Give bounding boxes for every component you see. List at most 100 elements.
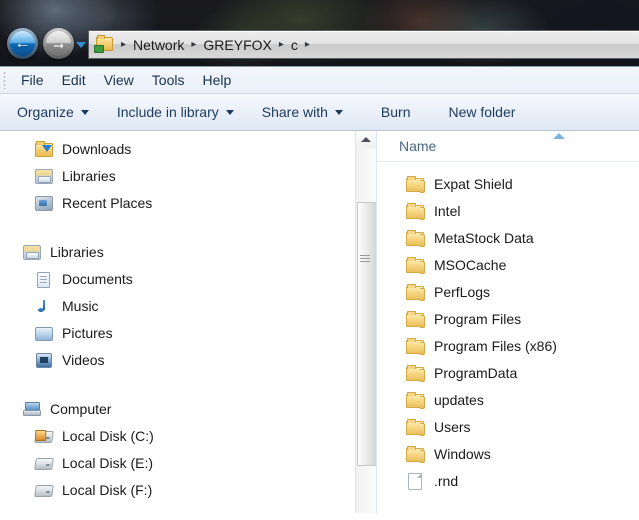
address-bar[interactable]: ▸ Network ▸ GREYFOX ▸ c ▸ [88, 30, 639, 59]
forward-button[interactable]: → [43, 28, 74, 59]
forward-arrow-icon: → [50, 34, 67, 52]
navigation-pane-scrollbar[interactable] [355, 131, 377, 513]
toolbar-include-in-library-button[interactable]: Include in library [106, 99, 245, 125]
menu-item-view[interactable]: View [95, 70, 143, 90]
list-item-label: Intel [434, 202, 461, 219]
list-item[interactable]: Users [377, 413, 639, 440]
list-item[interactable]: Program Files [377, 305, 639, 332]
list-item[interactable]: .rnd [377, 467, 639, 494]
list-item[interactable]: Program Files (x86) [377, 332, 639, 359]
list-item-label: Users [434, 418, 471, 435]
scrollbar-thumb[interactable] [357, 202, 377, 466]
list-item[interactable]: MetaStock Data [377, 224, 639, 251]
back-button[interactable]: ← [7, 28, 38, 59]
sidebar-item-recent-places[interactable]: Recent Places [0, 189, 355, 216]
chevron-down-icon [225, 109, 234, 115]
breadcrumb-c[interactable]: c [289, 37, 300, 53]
list-item-label: Expat Shield [434, 175, 513, 192]
downloads-folder-icon [34, 140, 54, 158]
toolbar-organize-button[interactable]: Organize [6, 99, 100, 125]
file-list-pane: Name Expat Shield Intel MetaStock Data M… [376, 131, 639, 513]
list-item-label: Program Files [434, 310, 522, 327]
list-item[interactable]: PerfLogs [377, 278, 639, 305]
breadcrumb-separator-1[interactable]: ▸ [186, 39, 201, 50]
navigation-tree: Downloads Libraries Recent Places Librar… [0, 131, 355, 503]
scroll-up-button[interactable] [356, 131, 376, 148]
explorer-window: File Edit View Tools Help Organize Inclu… [0, 66, 639, 520]
folder-icon [405, 445, 425, 463]
toolbar-share-with-button[interactable]: Share with [251, 99, 354, 125]
toolbar-include-in-library-label: Include in library [116, 104, 219, 120]
content-area: Downloads Libraries Recent Places Librar… [0, 131, 639, 513]
toolbar-new-folder-button[interactable]: New folder [437, 99, 526, 125]
list-item[interactable]: Expat Shield [377, 170, 639, 197]
menu-bar-grip[interactable] [3, 71, 6, 89]
sidebar-item-label: Libraries [62, 167, 116, 184]
list-item[interactable]: MSOCache [377, 251, 639, 278]
forward-button-face: → [46, 31, 71, 56]
toolbar-burn-label: Burn [380, 104, 411, 120]
file-icon [405, 472, 425, 490]
menu-item-edit[interactable]: Edit [53, 70, 95, 90]
breadcrumb-separator-2[interactable]: ▸ [274, 39, 289, 50]
sidebar-item-music[interactable]: Music [0, 292, 355, 319]
back-arrow-icon: ← [14, 34, 31, 52]
list-item-label: Program Files (x86) [434, 337, 557, 354]
column-header-name[interactable]: Name [377, 138, 436, 154]
sidebar-item-label: Documents [62, 270, 133, 287]
menu-item-file[interactable]: File [12, 70, 53, 90]
chevron-down-icon [80, 109, 89, 115]
navigation-pane: Downloads Libraries Recent Places Librar… [0, 131, 355, 513]
sidebar-item-label: Recent Places [62, 194, 153, 211]
list-item[interactable]: updates [377, 386, 639, 413]
documents-icon [34, 270, 54, 288]
sidebar-item-documents[interactable]: Documents [0, 265, 355, 292]
sidebar-item-label: Pictures [62, 324, 113, 341]
sidebar-item-libraries-favorite[interactable]: Libraries [0, 162, 355, 189]
menu-item-help[interactable]: Help [193, 70, 240, 90]
toolbar-share-with-label: Share with [261, 104, 328, 120]
sidebar-item-label: Downloads [62, 140, 132, 157]
list-item[interactable]: Intel [377, 197, 639, 224]
sidebar-item-local-disk-e[interactable]: Local Disk (E:) [0, 449, 355, 476]
sidebar-item-pictures[interactable]: Pictures [0, 319, 355, 346]
music-icon [34, 297, 54, 315]
list-item-label: Windows [434, 445, 491, 462]
drive-icon [34, 454, 54, 472]
list-item[interactable]: ProgramData [377, 359, 639, 386]
folder-icon [405, 310, 425, 328]
back-button-face: ← [10, 31, 35, 56]
folder-icon [405, 283, 425, 301]
list-item-label: updates [434, 391, 484, 408]
breadcrumb-greyfox[interactable]: GREYFOX [201, 37, 273, 53]
folder-icon [405, 256, 425, 274]
breadcrumb-network[interactable]: Network [131, 37, 186, 53]
folder-icon [405, 337, 425, 355]
toolbar-burn-button[interactable]: Burn [370, 99, 422, 125]
tree-group-gap [0, 373, 355, 395]
recent-pages-chevron-down-icon[interactable] [76, 42, 86, 48]
sidebar-item-local-disk-c[interactable]: Local Disk (C:) [0, 422, 355, 449]
system-drive-icon [34, 427, 54, 445]
sidebar-item-label: Videos [62, 351, 105, 368]
list-item-label: MetaStock Data [434, 229, 534, 246]
breadcrumb-separator-3[interactable]: ▸ [300, 39, 315, 50]
sidebar-item-videos[interactable]: Videos [0, 346, 355, 373]
scrollbar-grip-icon [360, 255, 370, 262]
breadcrumb-separator-0[interactable]: ▸ [116, 39, 131, 50]
toolbar-organize-label: Organize [17, 104, 74, 120]
menu-bar: File Edit View Tools Help [0, 67, 639, 94]
libraries-icon [22, 243, 42, 261]
computer-icon [22, 400, 42, 418]
list-item[interactable]: Windows [377, 440, 639, 467]
sidebar-group-computer[interactable]: Computer [0, 395, 355, 422]
sidebar-item-local-disk-f[interactable]: Local Disk (F:) [0, 476, 355, 503]
sidebar-item-downloads[interactable]: Downloads [0, 135, 355, 162]
menu-item-tools[interactable]: Tools [143, 70, 194, 90]
folder-icon [405, 202, 425, 220]
list-item-label: MSOCache [434, 256, 507, 273]
folder-icon [405, 364, 425, 382]
sidebar-group-libraries[interactable]: Libraries [0, 238, 355, 265]
file-list: Expat Shield Intel MetaStock Data MSOCac… [377, 162, 639, 494]
tree-group-gap [0, 216, 355, 238]
